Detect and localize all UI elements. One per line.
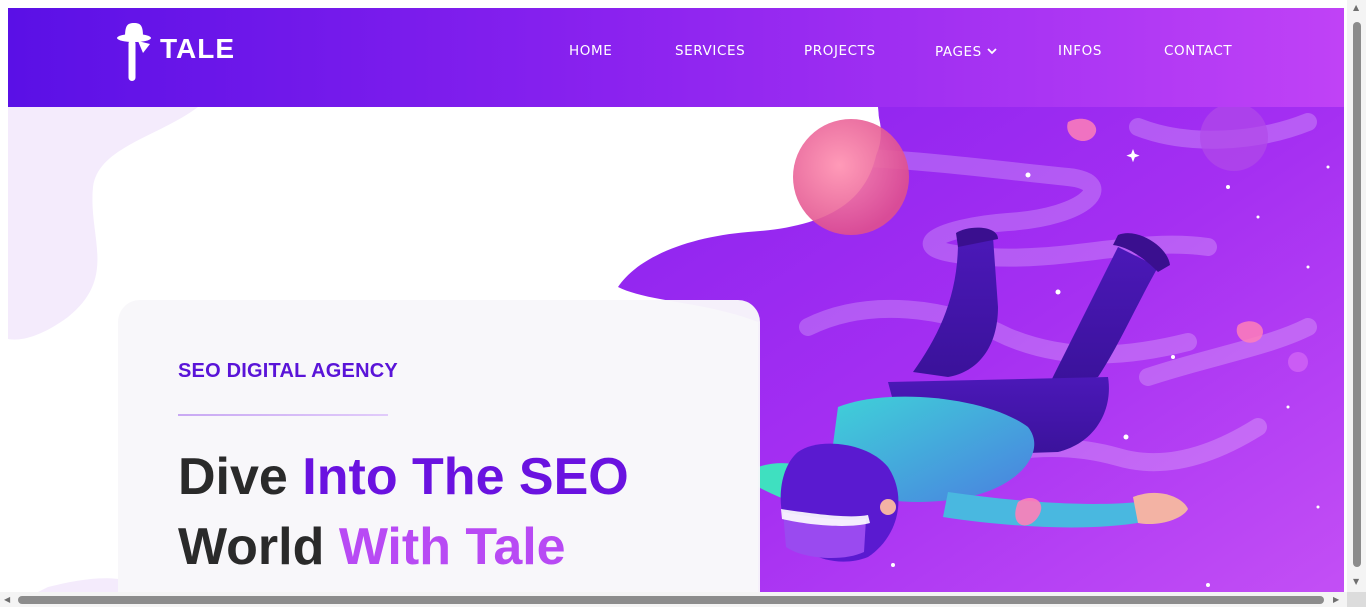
nav-pages-label: PAGES [935,44,982,60]
scrollbar-corner [1347,592,1366,607]
scroll-up-arrow-icon[interactable]: ▲ [1353,4,1359,12]
page-viewport: TALE HOME SERVICES PROJECTS PAGES INFOS … [8,8,1344,592]
nav-contact[interactable]: CONTACT [1164,43,1232,59]
headline-part-4: With Tale [338,518,566,576]
nav-services[interactable]: SERVICES [675,43,745,59]
chevron-down-icon [987,43,997,59]
horizontal-scrollbar[interactable]: ◀ ▶ [0,592,1347,607]
browser-frame: TALE HOME SERVICES PROJECTS PAGES INFOS … [0,0,1366,607]
vertical-scroll-thumb[interactable] [1353,22,1361,567]
scroll-down-arrow-icon[interactable]: ▼ [1353,578,1359,586]
hero-eyebrow: SEO DIGITAL AGENCY [178,360,398,382]
nav-projects[interactable]: PROJECTS [804,43,876,59]
headline-part-1: Dive [178,448,303,506]
hero-section: SEO DIGITAL AGENCY Dive Into The SEO Wor… [8,107,1344,592]
scroll-left-arrow-icon[interactable]: ◀ [4,596,10,604]
main-nav: HOME SERVICES PROJECTS PAGES INFOS CONTA… [8,43,1344,63]
hero-headline: Dive Into The SEO World With Tale [178,442,629,582]
nav-pages[interactable]: PAGES [935,43,997,60]
hero-divider [178,414,388,416]
headline-part-2: Into The SEO [302,448,629,506]
hero-card: SEO DIGITAL AGENCY Dive Into The SEO Wor… [118,300,760,592]
nav-home[interactable]: HOME [569,43,612,59]
vertical-scrollbar[interactable]: ▲ ▼ [1347,0,1366,592]
horizontal-scroll-thumb[interactable] [18,596,1324,604]
scroll-right-arrow-icon[interactable]: ▶ [1333,596,1339,604]
site-header: TALE HOME SERVICES PROJECTS PAGES INFOS … [8,8,1344,107]
headline-part-3: World [178,518,339,576]
nav-infos[interactable]: INFOS [1058,43,1102,59]
